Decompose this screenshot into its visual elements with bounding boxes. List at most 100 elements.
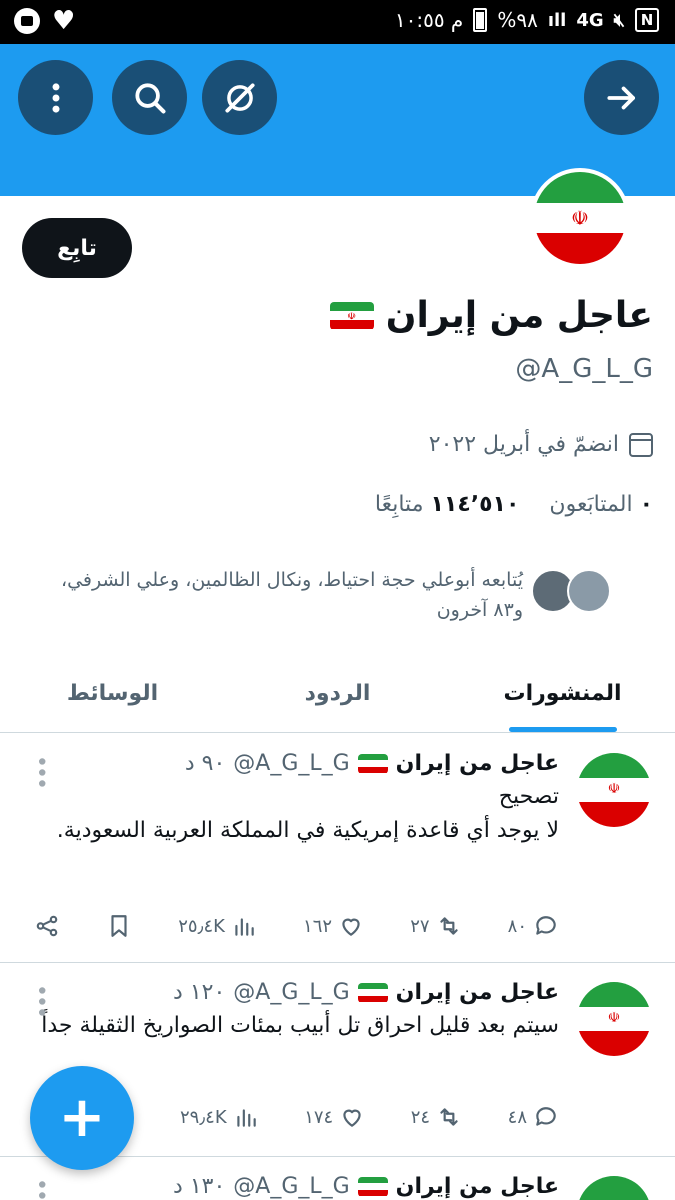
retweet-icon [439,917,458,935]
heart-notification-icon: ♥ [52,6,76,36]
more-vertical-icon [52,82,59,113]
tweet-more-icon[interactable]: ••• [28,984,53,1017]
tweet-more-icon[interactable]: ••• [28,755,53,788]
tweet-body: عاجل من إيران @A_G_L_G ١٣٠ د [24,1174,559,1199]
retweet-count: ٢٤ [410,1106,431,1128]
reply-button[interactable]: ٤٨ [508,1104,559,1130]
tweet-handle: @A_G_L_G [233,1174,350,1199]
reply-button[interactable]: ٨٠ [508,913,559,939]
followers-link[interactable]: ١١٤٬٥١٠ متابِعًا [375,492,520,517]
status-bar-left: ♥ [14,8,75,34]
compose-button[interactable]: + [30,1066,134,1170]
grok-button[interactable] [202,60,277,135]
grok-icon [224,82,255,113]
views-icon [236,1109,256,1127]
views-button[interactable]: ٢٩٫٤K [180,1104,259,1130]
reply-count: ٤٨ [507,1106,527,1128]
tweet-actions: ٨٠ ٢٧ ١٦٢ ٢٥٫٤K [34,913,559,939]
tweet-avatar[interactable] [577,1176,651,1200]
following-count: ٠ [639,492,653,517]
tab-replies[interactable]: الردود [225,655,450,732]
like-button[interactable]: ١٦٢ [303,913,364,939]
followers-you-know[interactable]: يُتابعه أبوعلي حجة احتياط، ونكال الظالمي… [43,565,611,625]
profile-avatar[interactable]: ☫ [530,168,630,268]
bookmark-icon [111,915,127,937]
tweet-text-line: لا يوجد أي قاعدة إمريكية في المملكة العر… [56,818,559,843]
reply-icon [536,1107,556,1126]
search-icon [134,82,166,114]
tweet-author-name: عاجل من إيران [395,1174,559,1199]
retweet-count: ٢٧ [410,915,430,937]
views-icon [235,918,254,936]
tweet-more-icon[interactable]: ••• [28,1178,53,1200]
share-icon [36,915,58,937]
bookmark-button[interactable] [106,913,132,939]
iran-flag-emoji-icon [357,1176,388,1197]
tweet-body: عاجل من إيران @A_G_L_G ٩٠ د تصحيح لا يوج… [24,751,559,848]
tweet-author-name: عاجل من إيران [395,980,559,1005]
iran-flag-icon: ☫ [534,172,626,264]
views-count: ٢٩٫٤K [180,1106,227,1128]
network-type: 4G [576,9,604,31]
tweet-header: عاجل من إيران @A_G_L_G ٩٠ د [24,751,559,776]
media-notification-icon [14,8,40,34]
profile-name-text: عاجل من إيران [385,295,653,336]
tweet-time: ١٣٠ د [173,1174,226,1199]
follow-stats: ٠ المتابَعون ١١٤٬٥١٠ متابِعًا [375,492,653,517]
tweet-handle: @A_G_L_G [233,980,350,1005]
mute-icon: 🔇︎ [613,9,625,31]
tweet-avatar[interactable]: ☫ [577,753,651,827]
tab-posts[interactable]: المنشورات [450,655,675,732]
search-button[interactable] [112,60,187,135]
followers-count: ١١٤٬٥١٠ [430,492,520,517]
iran-flag-emoji-icon [357,753,388,774]
reply-icon [536,916,556,935]
more-options-button[interactable] [18,60,93,135]
follower-avatars [531,569,611,613]
following-label: المتابَعون [549,492,633,517]
profile-handle: @A_G_L_G [515,354,653,384]
followers-label: متابِعًا [374,492,424,517]
nfc-icon: N [635,8,659,32]
back-button[interactable] [584,60,659,135]
retweet-icon [440,1108,458,1126]
retweet-button[interactable]: ٢٧ [410,913,461,939]
tweet-header: عاجل من إيران @A_G_L_G ١٣٠ د [24,1174,559,1199]
tweet-avatar[interactable]: ☫ [577,982,651,1056]
tweet-time: ١٢٠ د [173,980,226,1005]
tweet-header: عاجل من إيران @A_G_L_G ١٢٠ د [24,980,559,1005]
views-count: ٢٥٫٤K [178,915,225,937]
profile-name: عاجل من إيران ☫ [329,295,653,336]
following-link[interactable]: ٠ المتابَعون [549,492,653,517]
iran-flag-icon: ☫ [577,982,651,1056]
avatar [567,569,611,613]
tweet-text-line: سيتم بعد قليل احراق تل أبيب بمئات الصوار… [41,1013,559,1038]
reply-count: ٨٠ [507,915,527,937]
views-button[interactable]: ٢٥٫٤K [178,913,257,939]
heart-icon [343,1109,361,1127]
iran-flag-emoji-icon [357,982,388,1003]
iran-flag-icon: ☫ [577,753,651,827]
arrow-right-icon [606,86,635,109]
like-count: ١٧٤ [304,1106,334,1128]
plus-icon: + [58,1085,106,1150]
tweet[interactable]: ☫ عاجل من إيران @A_G_L_G ٩٠ د تصحيح لا ي… [0,735,675,963]
heart-icon [342,918,360,936]
iran-flag-emoji-icon: ☫ [329,301,374,330]
tweet-author-name: عاجل من إيران [395,751,559,776]
like-button[interactable]: ١٧٤ [304,1104,365,1130]
follow-button[interactable]: تابِع [22,218,132,278]
tab-media[interactable]: الوسائط [0,655,225,732]
status-bar: ♥ م ١٠:٥٥ %٩٨ ıll 4G 🔇︎ N [0,0,675,44]
status-time: م ١٠:٥٥ [394,8,464,32]
joined-date: انضمّ في أبريل ٢٠٢٢ [429,432,653,457]
iran-flag-icon [577,1176,651,1200]
joined-text: انضمّ في أبريل ٢٠٢٢ [428,432,619,457]
tweet-handle: @A_G_L_G [233,751,350,776]
share-button[interactable] [34,913,60,939]
status-bar-right: م ١٠:٥٥ %٩٨ ıll 4G 🔇︎ N [395,8,659,32]
tweet-actions: ٤٨ ٢٤ ١٧٤ ٢٩٫٤K [180,1104,559,1130]
like-count: ١٦٢ [303,915,333,937]
tweet-body: عاجل من إيران @A_G_L_G ١٢٠ د سيتم بعد قل… [24,980,559,1043]
retweet-button[interactable]: ٢٤ [411,1104,462,1130]
